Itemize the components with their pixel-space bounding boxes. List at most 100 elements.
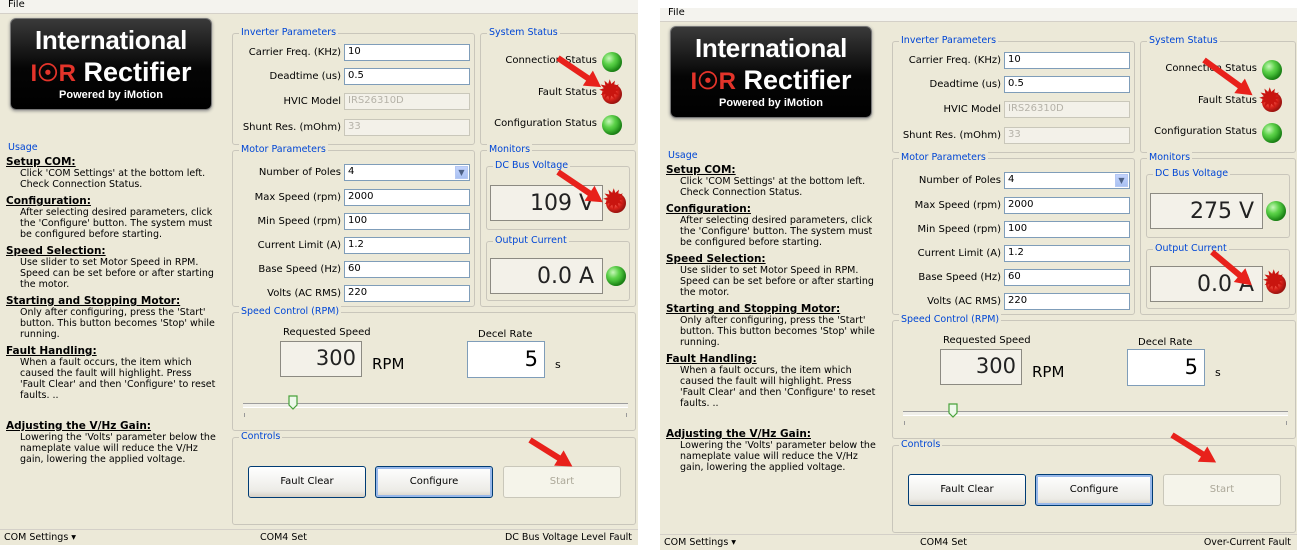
- min-speed-label: Min Speed (rpm): [917, 224, 1001, 235]
- output-current-group: Output Current 0.0 A: [486, 235, 630, 301]
- hvic-model-input: IRS26310D: [344, 93, 470, 110]
- usage-heading: Speed Selection:: [6, 245, 106, 257]
- shunt-res-label: Shunt Res. (mOhm): [242, 122, 341, 133]
- carrier-freq-input[interactable]: 10: [344, 44, 470, 61]
- usage-paragraph: Use slider to set Motor Speed in RPM. Sp…: [20, 257, 214, 290]
- slider-tick-end: [626, 413, 627, 417]
- connection-status-label: Connection Status: [505, 55, 597, 66]
- carrier-freq-input[interactable]: 10: [1004, 52, 1130, 69]
- shunt-res-label: Shunt Res. (mOhm): [902, 130, 1001, 141]
- fault-clear-button[interactable]: Fault Clear: [248, 466, 366, 498]
- configure-button[interactable]: Configure: [375, 466, 493, 498]
- decel-unit: s: [555, 358, 561, 371]
- max-speed-label: Max Speed (rpm): [254, 192, 341, 203]
- start-button[interactable]: Start: [1163, 474, 1281, 506]
- motor-parameters-group: Motor Parameters Number of Poles 4 ▼ Max …: [232, 144, 475, 307]
- configuration-status-led-icon: [1262, 123, 1282, 143]
- volts-label: Volts (AC RMS): [927, 296, 1001, 307]
- decel-unit: s: [1215, 366, 1221, 379]
- menu-file[interactable]: File: [8, 0, 25, 10]
- base-speed-label: Base Speed (Hz): [258, 264, 341, 275]
- deadtime-input[interactable]: 0.5: [344, 68, 470, 85]
- speed-slider-thumb[interactable]: [948, 403, 958, 418]
- current-limit-input[interactable]: 1.2: [1004, 245, 1130, 262]
- usage-paragraph: Only after configuring, press the 'Start…: [680, 315, 875, 348]
- volts-label: Volts (AC RMS): [267, 288, 341, 299]
- usage-group: Usage Setup COM: Click 'COM Settings' at …: [5, 142, 227, 522]
- volts-input[interactable]: 220: [344, 285, 470, 302]
- app-window-over-current-fault: File International I☉R Rectifier Powered…: [660, 8, 1297, 550]
- usage-paragraph: After selecting desired parameters, clic…: [20, 207, 213, 240]
- fault-status-led-icon: [598, 77, 622, 105]
- speed-slider-track[interactable]: [243, 403, 628, 408]
- max-speed-input[interactable]: 2000: [344, 189, 470, 206]
- max-speed-input[interactable]: 2000: [1004, 197, 1130, 214]
- com-settings-dropdown[interactable]: COM Settings ▾: [4, 532, 76, 543]
- usage-heading: Adjusting the V/Hz Gain:: [6, 420, 151, 432]
- decel-rate-label: Decel Rate: [478, 329, 533, 340]
- chevron-down-icon[interactable]: ▼: [455, 166, 468, 179]
- decel-rate-input[interactable]: 5: [467, 341, 545, 378]
- usage-group: Usage Setup COM: Click 'COM Settings' at …: [665, 150, 887, 530]
- fault-status-led-icon: [1258, 85, 1282, 113]
- usage-heading: Configuration:: [666, 203, 751, 215]
- output-current-display: 0.0 A: [490, 258, 603, 294]
- usage-text: Setup COM: Click 'COM Settings' at the bo…: [6, 157, 220, 466]
- dc-bus-voltage-display: 275 V: [1150, 193, 1263, 229]
- deadtime-input[interactable]: 0.5: [1004, 76, 1130, 93]
- usage-heading: Speed Selection:: [666, 253, 766, 265]
- min-speed-input[interactable]: 100: [344, 213, 470, 230]
- decel-rate-label: Decel Rate: [1138, 337, 1193, 348]
- fault-clear-button[interactable]: Fault Clear: [908, 474, 1026, 506]
- com-settings-dropdown[interactable]: COM Settings ▾: [664, 537, 736, 548]
- deadtime-label: Deadtime (us): [269, 71, 341, 82]
- system-status-group: System Status Connection Status Fault St…: [1140, 35, 1296, 153]
- controls-group: Controls Fault Clear Configure Start: [232, 431, 636, 525]
- chevron-down-icon[interactable]: ▼: [1115, 174, 1128, 187]
- inverter-parameters-group: Inverter Parameters Carrier Freq. (KHz) …: [232, 27, 475, 145]
- usage-heading: Starting and Stopping Motor:: [666, 303, 841, 315]
- min-speed-label: Min Speed (rpm): [257, 216, 341, 227]
- requested-speed-display: 300: [940, 349, 1022, 385]
- usage-paragraph: When a fault occurs, the item which caus…: [680, 365, 876, 409]
- configure-button[interactable]: Configure: [1035, 474, 1153, 506]
- min-speed-input[interactable]: 100: [1004, 221, 1130, 238]
- fault-message: Over-Current Fault: [1203, 537, 1291, 548]
- menu-bar: File: [660, 8, 1297, 22]
- menu-bar: File: [0, 0, 638, 14]
- speed-slider-thumb[interactable]: [288, 395, 298, 410]
- poles-select[interactable]: 4 ▼: [344, 164, 470, 181]
- usage-paragraph: Click 'COM Settings' at the bottom left.…: [20, 168, 206, 190]
- ir-logo: International I☉R Rectifier Powered by i…: [10, 18, 212, 110]
- decel-rate-input[interactable]: 5: [1127, 349, 1205, 386]
- rpm-unit: RPM: [1032, 363, 1065, 381]
- inverter-parameters-group: Inverter Parameters Carrier Freq. (KHz) …: [892, 35, 1135, 153]
- motor-parameters-group: Motor Parameters Number of Poles 4 ▼ Max …: [892, 152, 1135, 315]
- menu-file[interactable]: File: [668, 8, 685, 18]
- current-limit-input[interactable]: 1.2: [344, 237, 470, 254]
- system-status-group: System Status Connection Status Fault St…: [480, 27, 636, 145]
- usage-heading: Starting and Stopping Motor:: [6, 295, 181, 307]
- volts-input[interactable]: 220: [1004, 293, 1130, 310]
- carrier-freq-label: Carrier Freq. (KHz): [248, 47, 341, 58]
- ir-logo: International I☉R Rectifier Powered by i…: [670, 26, 872, 118]
- usage-heading: Configuration:: [6, 195, 91, 207]
- poles-label: Number of Poles: [918, 175, 1001, 186]
- slider-tick-start: [244, 413, 245, 417]
- requested-speed-label: Requested Speed: [943, 335, 1031, 346]
- dc-bus-voltage-group: DC Bus Voltage 275 V: [1146, 168, 1290, 238]
- usage-heading: Fault Handling:: [666, 353, 757, 365]
- hvic-model-label: HVIC Model: [283, 96, 342, 107]
- speed-control-group: Speed Control (RPM) Requested Speed 300 …: [892, 314, 1296, 439]
- poles-select[interactable]: 4 ▼: [1004, 172, 1130, 189]
- connection-status-led-icon: [1262, 60, 1282, 80]
- poles-label: Number of Poles: [258, 167, 341, 178]
- base-speed-input[interactable]: 60: [344, 261, 470, 278]
- fault-message: DC Bus Voltage Level Fault: [504, 532, 632, 543]
- usage-paragraph: Lowering the 'Volts' parameter below the…: [680, 440, 876, 473]
- base-speed-input[interactable]: 60: [1004, 269, 1130, 286]
- usage-paragraph: Use slider to set Motor Speed in RPM. Sp…: [680, 265, 874, 298]
- current-limit-label: Current Limit (A): [257, 240, 341, 251]
- speed-slider-track[interactable]: [903, 411, 1288, 416]
- configuration-status-label: Configuration Status: [494, 118, 597, 129]
